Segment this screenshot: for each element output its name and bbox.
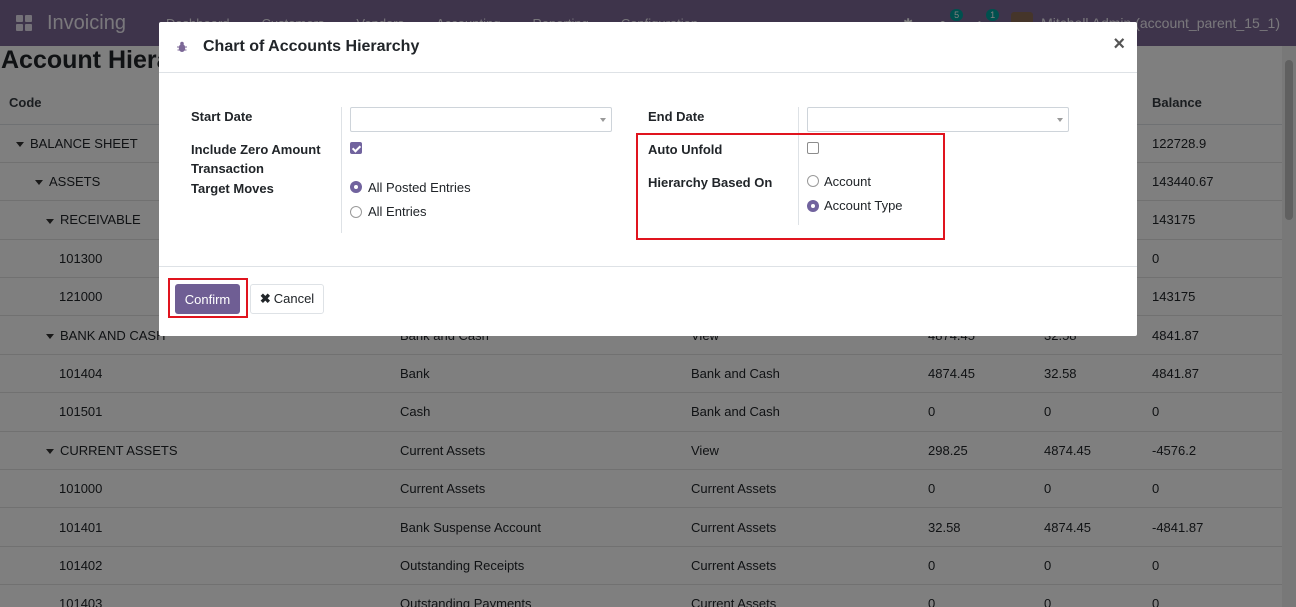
cancel-button[interactable]: ✖ Cancel [250,284,324,314]
left-divider [341,107,342,233]
highlight-box-hierarchy [636,133,945,240]
start-date-input[interactable] [350,107,612,132]
include-zero-checkbox[interactable] [350,142,362,154]
start-date-label: Start Date [191,109,253,124]
confirm-button[interactable]: Confirm [175,284,240,314]
cancel-x-icon: ✖ [259,291,271,306]
target-moves-label: Target Moves [191,181,274,196]
dialog-title: Chart of Accounts Hierarchy [203,38,420,55]
option-all-posted-label[interactable]: All Posted Entries [368,180,471,195]
radio-all-posted[interactable] [350,181,362,193]
bug-icon [177,41,187,52]
option-all-entries-label[interactable]: All Entries [368,204,427,219]
radio-all-entries[interactable] [350,206,362,218]
close-icon[interactable]: × [1113,33,1125,56]
end-date-dropdown-icon [1057,118,1063,122]
dialog-body: Start Date Include Zero Amount Transacti… [159,73,1137,267]
end-date-label: End Date [648,109,705,124]
cancel-label: Cancel [273,291,315,306]
start-date-dropdown-icon [600,118,606,122]
hierarchy-dialog: Chart of Accounts Hierarchy × Start Date… [159,22,1137,336]
end-date-input[interactable] [807,107,1069,132]
include-zero-label: Include Zero Amount Transaction [191,142,321,176]
dialog-header: Chart of Accounts Hierarchy × [159,22,1137,73]
